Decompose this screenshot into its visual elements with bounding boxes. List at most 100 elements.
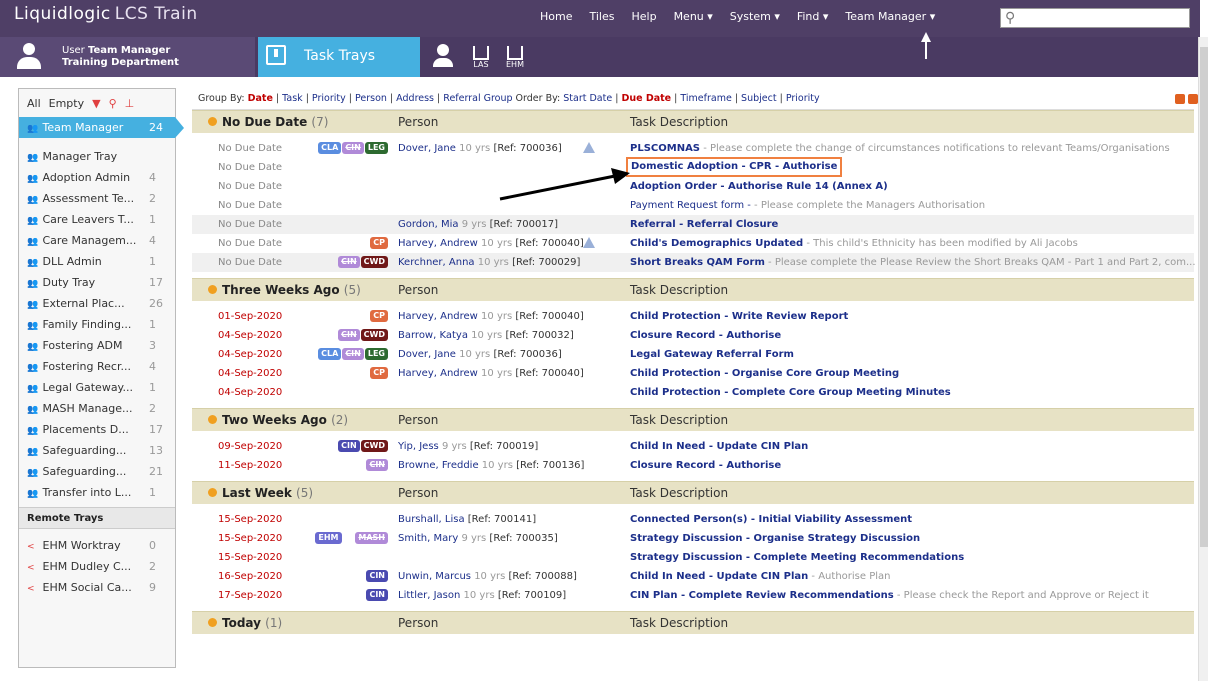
order-by-option[interactable]: Timeframe [680, 93, 731, 104]
collapse-all-icon[interactable] [1188, 94, 1198, 104]
funnel-icon[interactable]: ▼ [92, 97, 100, 117]
person-link[interactable]: Browne, Freddie 10 yrs [Ref: 700136] [398, 456, 584, 475]
order-by-option[interactable]: Due Date [621, 93, 671, 104]
sidebar-tray-item[interactable]: 👥 Team Manager 24 [19, 117, 184, 138]
expand-all-icon[interactable] [1175, 94, 1185, 104]
person-link[interactable]: Dover, Jane 10 yrs [Ref: 700036] [398, 345, 562, 364]
person-link[interactable]: Gordon, Mia 9 yrs [Ref: 700017] [398, 215, 558, 234]
person-link[interactable]: Harvey, Andrew 10 yrs [Ref: 700040] [398, 364, 584, 383]
sidebar-tray-item[interactable]: 👥 MASH Manage... 2 [19, 398, 175, 419]
sidebar-tray-item[interactable]: 👥 Care Managem... 4 [19, 230, 175, 251]
group-by-option[interactable]: Person [355, 93, 387, 104]
sidebar-tray-item[interactable]: 👥 Family Finding... 1 [19, 314, 175, 335]
task-link[interactable]: Strategy Discussion - Organise Strategy … [630, 529, 920, 548]
task-row[interactable]: No Due Date Gordon, Mia 9 yrs [Ref: 70001… [192, 215, 1194, 234]
task-row[interactable]: 15-Sep-2020 Strategy Discussion - Complet… [192, 548, 1194, 567]
sidebar-tray-item[interactable]: 👥 Safeguarding... 13 [19, 440, 175, 461]
task-link[interactable]: Short Breaks QAM Form - Please complete … [630, 253, 1196, 272]
nav-system[interactable]: System ▾ [730, 10, 780, 23]
task-link[interactable]: Child Protection - Write Review Report [630, 307, 848, 326]
ehm-tray-icon[interactable]: EHM [502, 42, 528, 72]
section-header[interactable]: Three Weeks Ago (5) Person Task Descriptio… [192, 278, 1194, 301]
nav-home[interactable]: Home [540, 10, 572, 23]
section-header[interactable]: Two Weeks Ago (2) Person Task Description [192, 408, 1194, 431]
sidebar-tray-item[interactable]: 👥 Fostering ADM 3 [19, 335, 175, 356]
sidebar-tray-item[interactable]: 👥 DLL Admin 1 [19, 251, 175, 272]
collapse-dot-icon[interactable] [208, 117, 217, 126]
task-row[interactable]: No Due Date Adoption Order - Authorise Ru… [192, 177, 1194, 196]
person-link[interactable]: Dover, Jane 10 yrs [Ref: 700036] [398, 139, 562, 158]
scrollbar[interactable] [1198, 37, 1208, 681]
group-by-option[interactable]: Address [396, 93, 434, 104]
task-link[interactable]: Closure Record - Authorise [630, 326, 781, 345]
person-icon[interactable] [430, 42, 456, 72]
task-row[interactable]: 09-Sep-2020 CIN CWD Yip, Jess 9 yrs [Ref: 7… [192, 437, 1194, 456]
collapse-dot-icon[interactable] [208, 285, 217, 294]
task-row[interactable]: 11-Sep-2020 CIN Browne, Freddie 10 yrs [Re… [192, 456, 1194, 475]
sidebar-tray-item[interactable]: 👥 Fostering Recr... 4 [19, 356, 175, 377]
task-row[interactable]: 15-Sep-2020 EHM C MASH Smith, Mary 9 yrs [Re… [192, 529, 1194, 548]
task-row[interactable]: No Due Date Payment Request form - - Plea… [192, 196, 1194, 215]
task-row[interactable]: 04-Sep-2020 CLA CIN LEG Dover, Jane 10 yrs [… [192, 345, 1194, 364]
sidebar-tray-item[interactable]: 👥 Assessment Te... 2 [19, 188, 175, 209]
task-link[interactable]: Child In Need - Update CIN Plan [630, 437, 808, 456]
sidebar-tray-item[interactable]: 👥 Placements D... 17 [19, 419, 175, 440]
las-tray-icon[interactable]: LAS [468, 42, 494, 72]
collapse-dot-icon[interactable] [208, 618, 217, 627]
filter-all[interactable]: All [27, 97, 41, 117]
task-row[interactable]: 04-Sep-2020 CP Harvey, Andrew 10 yrs [Ref:… [192, 364, 1194, 383]
search-icon[interactable]: ⚲ [109, 97, 117, 117]
person-link[interactable]: Harvey, Andrew 10 yrs [Ref: 700040] [398, 307, 584, 326]
order-by-option[interactable]: Subject [741, 93, 777, 104]
task-link[interactable]: Connected Person(s) - Initial Viability … [630, 510, 912, 529]
task-link[interactable]: Strategy Discussion - Complete Meeting R… [630, 548, 964, 567]
task-link[interactable]: Referral - Referral Closure [630, 215, 778, 234]
task-link[interactable]: Child Protection - Complete Core Group M… [630, 383, 951, 402]
sidebar-tray-item[interactable]: 👥 Duty Tray 17 [19, 272, 175, 293]
person-link[interactable]: Barrow, Katya 10 yrs [Ref: 700032] [398, 326, 574, 345]
nav-team-manager[interactable]: Team Manager ▾ [845, 10, 935, 23]
sidebar-tray-item[interactable]: 👥 Transfer into L... 1 [19, 482, 175, 503]
person-link[interactable]: Yip, Jess 9 yrs [Ref: 700019] [398, 437, 538, 456]
pin-icon[interactable]: ⊥ [125, 97, 135, 117]
order-by-option[interactable]: Start Date [563, 93, 612, 104]
task-row[interactable]: No Due Date CIN CWD Kerchner, Anna 10 yrs [… [192, 253, 1196, 272]
app-logo[interactable]: Liquidlogic LCS Train [14, 4, 198, 24]
section-header[interactable]: Today (1) Person Task Description [192, 611, 1194, 634]
group-by-option[interactable]: Referral Group [443, 93, 512, 104]
task-row[interactable]: 17-Sep-2020 CIN Littler, Jason 10 yrs [Ref… [192, 586, 1194, 605]
nav-menu[interactable]: Menu ▾ [674, 10, 713, 23]
section-header[interactable]: Last Week (5) Person Task Description [192, 481, 1194, 504]
person-link[interactable]: Unwin, Marcus 10 yrs [Ref: 700088] [398, 567, 577, 586]
collapse-dot-icon[interactable] [208, 488, 217, 497]
scrollbar-thumb[interactable] [1200, 47, 1208, 547]
search-input[interactable]: ⚲ [1000, 8, 1190, 28]
task-row[interactable]: 01-Sep-2020 CP Harvey, Andrew 10 yrs [Ref:… [192, 307, 1194, 326]
sidebar-tray-item[interactable]: 👥 Safeguarding... 21 [19, 461, 175, 482]
remote-tray-item[interactable]: < EHM Social Ca... 9 [19, 577, 175, 598]
order-by-option[interactable]: Priority [786, 93, 820, 104]
nav-find[interactable]: Find ▾ [797, 10, 829, 23]
group-by-option[interactable]: Priority [312, 93, 346, 104]
task-row[interactable]: 04-Sep-2020 CIN CWD Barrow, Katya 10 yrs [R… [192, 326, 1194, 345]
task-link[interactable]: Adoption Order - Authorise Rule 14 (Anne… [630, 177, 888, 196]
task-row[interactable]: 04-Sep-2020 Child Protection - Complete C… [192, 383, 1194, 402]
task-row[interactable]: 15-Sep-2020 Burshall, Lisa [Ref: 700141] C… [192, 510, 1194, 529]
person-link[interactable]: Burshall, Lisa [Ref: 700141] [398, 510, 536, 529]
task-row[interactable]: 16-Sep-2020 CIN Unwin, Marcus 10 yrs [Ref:… [192, 567, 1194, 586]
remote-tray-item[interactable]: < EHM Dudley C... 2 [19, 556, 175, 577]
filter-empty[interactable]: Empty [49, 97, 84, 117]
task-link[interactable]: Domestic Adoption - CPR - Authorise [626, 157, 843, 177]
nav-tiles[interactable]: Tiles [589, 10, 614, 23]
task-link[interactable]: Legal Gateway Referral Form [630, 345, 794, 364]
person-link[interactable]: Smith, Mary 9 yrs [Ref: 700035] [398, 529, 558, 548]
task-link[interactable]: Child's Demographics Updated - This chil… [630, 234, 1078, 253]
sidebar-tray-item[interactable]: 👥 Adoption Admin 4 [19, 167, 175, 188]
sidebar-tray-item[interactable]: 👥 Legal Gateway... 1 [19, 377, 175, 398]
section-header[interactable]: No Due Date (7) Person Task Description [192, 110, 1194, 133]
task-link[interactable]: Closure Record - Authorise [630, 456, 781, 475]
task-row[interactable]: No Due Date CLA CIN LEG Dover, Jane 10 yrs [… [192, 139, 1194, 158]
tab-task-trays[interactable]: Task Trays [258, 37, 420, 77]
group-by-option[interactable]: Date [248, 93, 273, 104]
sidebar-tray-item[interactable]: 👥 Manager Tray [19, 146, 175, 167]
